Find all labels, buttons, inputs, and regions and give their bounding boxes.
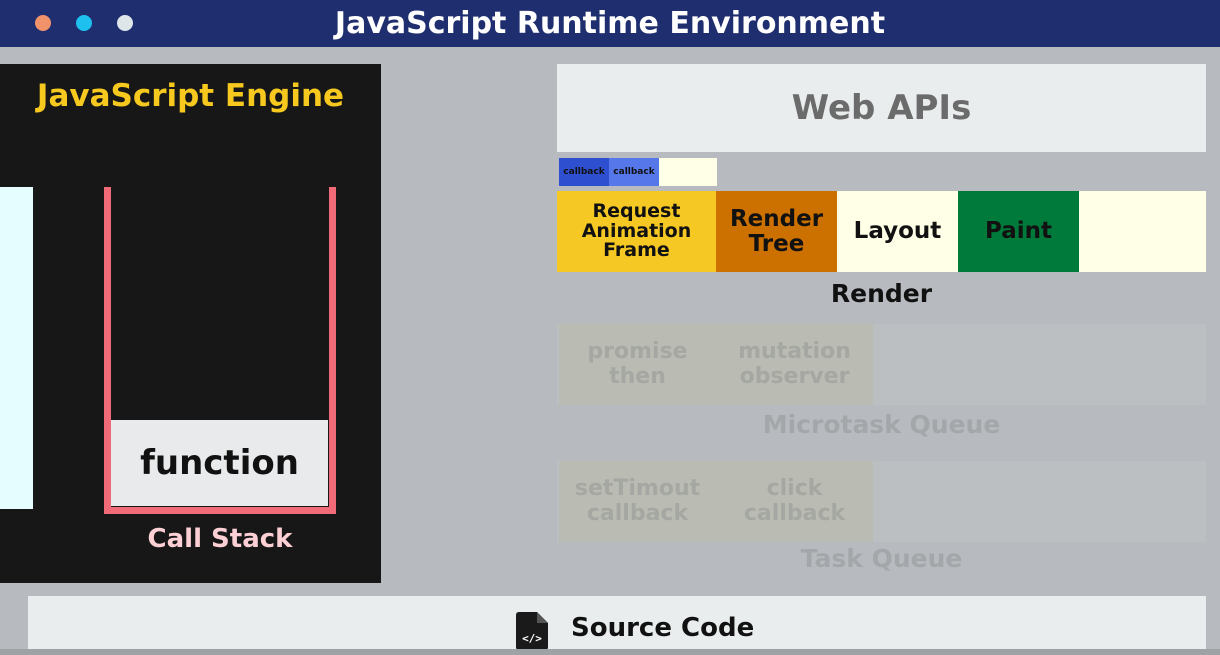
render-tree-step: Render Tree: [716, 191, 837, 272]
memory-heap: [0, 187, 33, 509]
code-file-icon: </>: [516, 612, 548, 650]
task-item-settimeout: setTimout callback: [559, 461, 716, 542]
task-item-click: click callback: [716, 461, 873, 542]
engine-title: JavaScript Engine: [36, 78, 345, 114]
task-queue-label: Task Queue: [800, 544, 963, 573]
call-stack-item: function: [111, 420, 328, 506]
svg-text:</>: </>: [522, 632, 542, 645]
bottom-strip: [0, 649, 1220, 655]
window-title: JavaScript Runtime Environment: [334, 6, 886, 41]
render-empty-slot: [1079, 191, 1206, 272]
microtask-item-promise: promise then: [559, 324, 716, 405]
web-apis-box: Web APIs: [557, 64, 1206, 152]
microtask-queue-label: Microtask Queue: [762, 410, 1001, 439]
microtask-item-mutation: mutation observer: [716, 324, 873, 405]
layout-step: Layout: [837, 191, 958, 272]
render-label: Render: [830, 279, 933, 308]
request-animation-frame-step: Request Animation Frame: [557, 191, 716, 272]
render-callback-2: callback: [609, 158, 659, 186]
source-code-label: Source Code: [571, 613, 755, 643]
render-callback-1: callback: [559, 158, 609, 186]
paint-step: Paint: [958, 191, 1079, 272]
call-stack-label: Call Stack: [147, 524, 293, 554]
render-callback-slot: [659, 158, 717, 186]
